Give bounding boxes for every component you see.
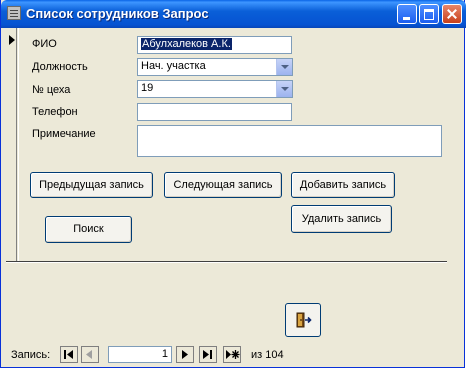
fio-value: Абулхалеков А.К. [141,38,232,50]
last-record-button[interactable] [199,346,217,363]
next-record-button[interactable]: Следующая запись [164,172,282,198]
last-record-icon [203,350,212,359]
prev-record-icon [86,350,92,359]
exit-button[interactable] [285,303,321,337]
add-record-button[interactable]: Добавить запись [291,172,395,198]
prev-record-button[interactable]: Предыдущая запись [30,172,153,198]
form-window: Список сотрудников Запрос ФИО Абулхалеко… [0,0,466,368]
record-number-input[interactable]: 1 [108,346,172,363]
close-button[interactable] [442,4,462,24]
new-record-button[interactable] [223,346,241,363]
first-record-button[interactable] [60,346,78,363]
fio-field[interactable]: Абулхалеков А.К. [137,36,292,54]
workshop-combo[interactable]: 19 [137,80,293,98]
form-icon[interactable] [7,6,21,20]
prev-record-nav-button[interactable] [81,346,99,363]
record-selector-arrow-icon [9,35,15,45]
phone-field[interactable] [137,103,292,121]
next-record-icon [182,350,188,359]
maximize-button[interactable] [419,4,439,24]
workshop-value: 19 [141,82,154,94]
record-count: из 104 [251,349,284,361]
window-title: Список сотрудников Запрос [26,6,209,21]
search-button[interactable]: Поиск [45,216,132,243]
record-navigator-label: Запись: [11,349,51,361]
phone-label: Телефон [32,106,78,118]
chevron-down-icon[interactable] [276,81,292,97]
position-combo[interactable]: Нач. участка [137,58,293,76]
record-selector[interactable] [6,28,17,261]
delete-record-button[interactable]: Удалить запись [291,205,392,233]
first-record-icon [64,350,73,359]
section-divider [6,261,447,263]
position-label: Должность [32,61,88,73]
next-record-nav-button[interactable] [176,346,194,363]
title-bar[interactable]: Список сотрудников Запрос [1,0,466,28]
minimize-button[interactable] [397,4,417,24]
new-record-icon [226,350,240,359]
exit-door-icon [296,312,312,328]
note-label: Примечание [32,128,96,140]
workshop-label: № цеха [32,84,71,96]
fio-label: ФИО [32,38,57,50]
position-value: Нач. участка [141,60,206,72]
chevron-down-icon[interactable] [276,59,292,75]
note-field[interactable] [137,125,442,157]
